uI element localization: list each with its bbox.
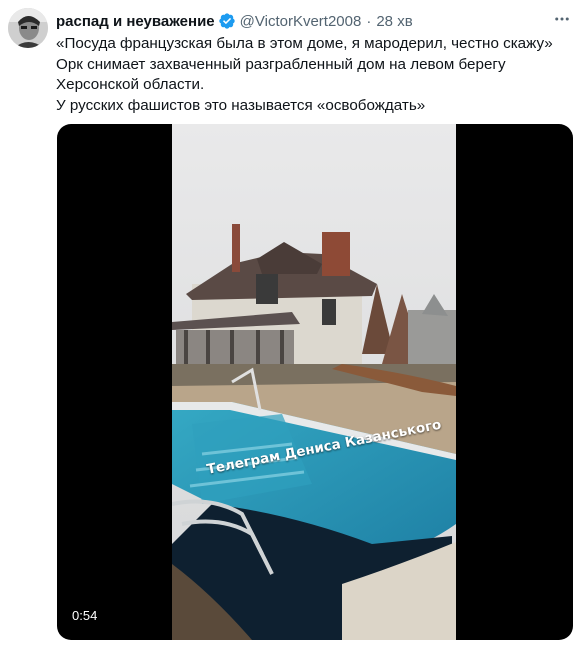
avatar[interactable] [8, 8, 48, 48]
tweet-header: распад и неуважение @VictorKvert2008 · 2… [56, 10, 571, 32]
separator-dot: · [366, 12, 372, 30]
tweet: распад и неуважение @VictorKvert2008 · 2… [0, 0, 581, 647]
video-player[interactable]: Телеграм Дениса Казанського 0:54 [57, 124, 573, 640]
display-name[interactable]: распад и неуважение [56, 13, 215, 30]
timestamp[interactable]: 28 хв [376, 13, 412, 30]
tweet-text-line: «Посуда французская была в этом доме, я … [56, 35, 553, 52]
more-options-button[interactable] [551, 8, 573, 30]
avatar-image [8, 8, 48, 48]
tweet-text-line: Орк снимает захваченный разграбленный до… [56, 55, 506, 73]
video-frame [172, 124, 456, 640]
tweet-text-line: У русских фашистов это называется «освоб… [56, 96, 426, 114]
tweet-text-line: Херсонской области. [56, 76, 205, 93]
more-options-icon [555, 17, 569, 21]
verified-badge-icon [218, 13, 235, 29]
user-handle[interactable]: @VictorKvert2008 [240, 13, 362, 30]
video-duration: 0:54 [72, 608, 98, 623]
tweet-text: «Посуда французская была в этом доме, я … [56, 34, 561, 116]
